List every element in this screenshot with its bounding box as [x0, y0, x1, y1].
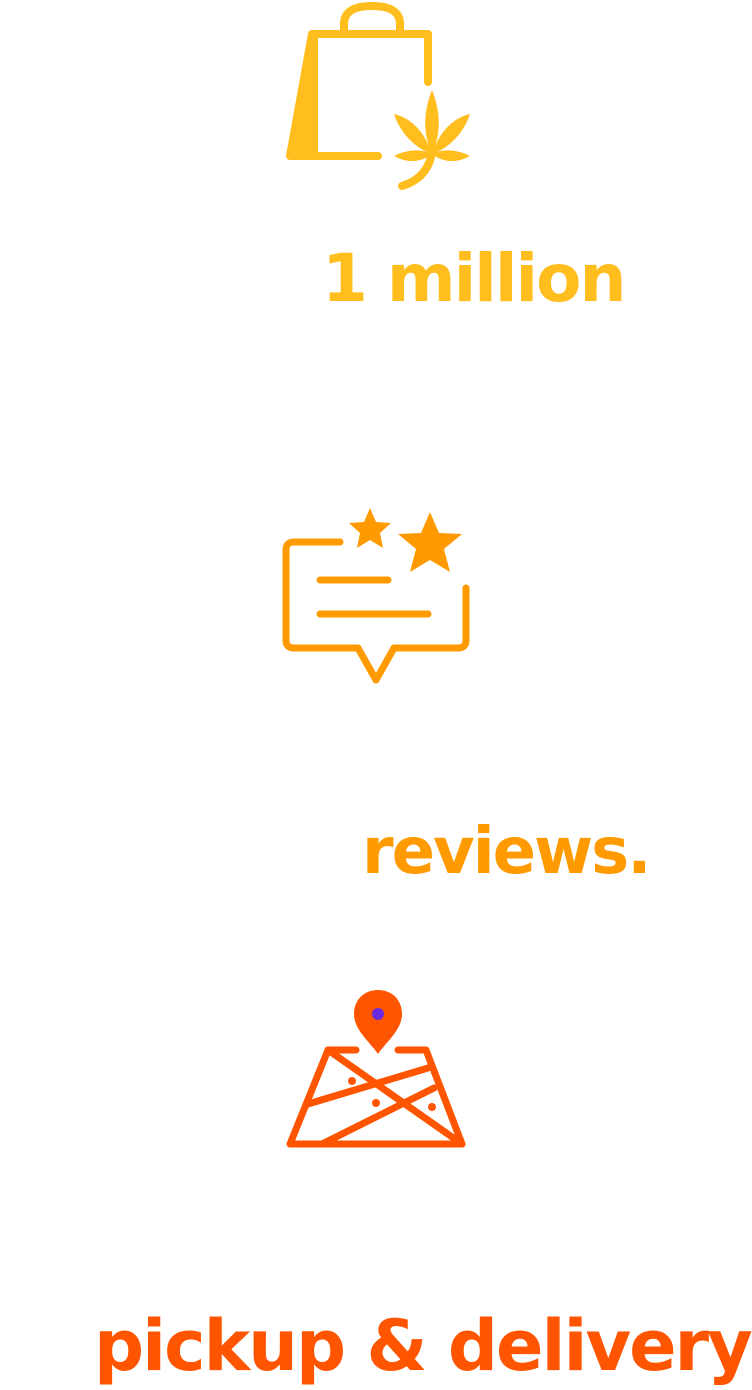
feature-headline: 1 million [322, 240, 626, 317]
feature-headline: reviews. [362, 815, 652, 889]
feature-shop: 1 million [0, 0, 752, 340]
feature-reviews: reviews. [0, 500, 752, 900]
shopping-bag-cannabis-leaf-icon [286, 2, 470, 190]
map-location-pin-icon [286, 990, 466, 1148]
feature-delivery: pickup & delivery [0, 985, 752, 1390]
review-stars-chat-bubble-icon [282, 508, 470, 684]
feature-headline: pickup & delivery [94, 1305, 752, 1387]
